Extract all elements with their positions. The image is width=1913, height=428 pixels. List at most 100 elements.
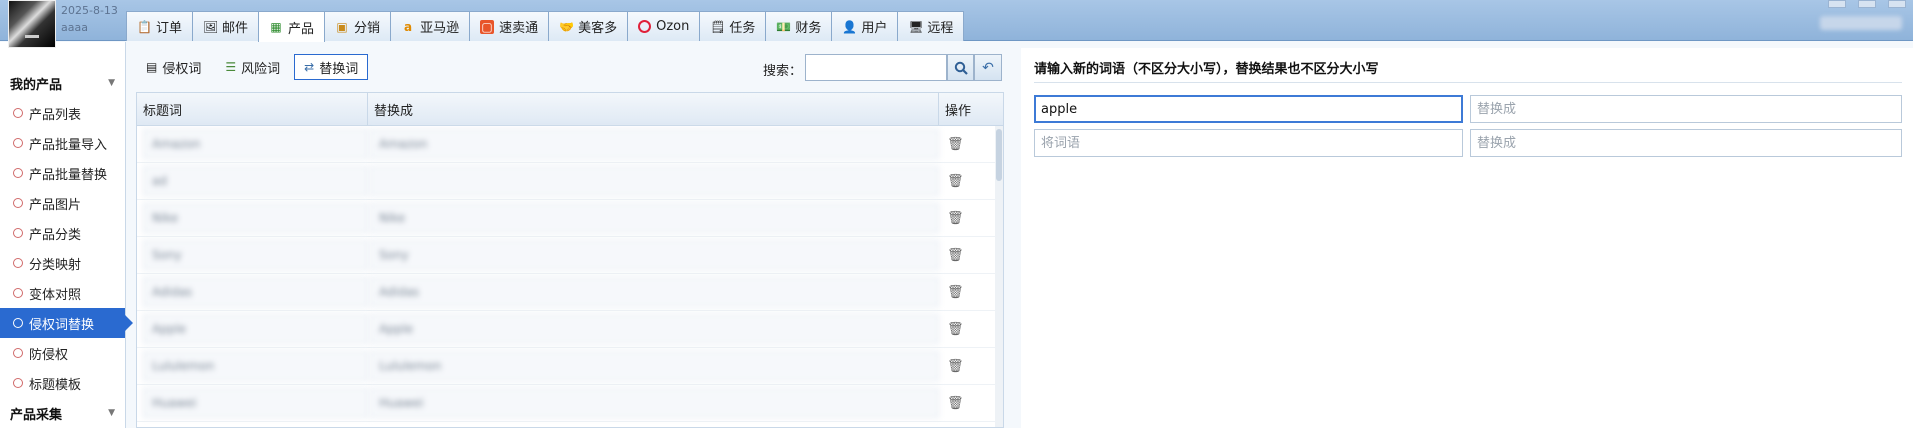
header-date: 2025-8-13 xyxy=(61,4,118,17)
tab-order[interactable]: 📋 订单 xyxy=(126,11,194,41)
search-label: 搜索： xyxy=(763,64,803,79)
replace-cell[interactable]: Apple xyxy=(370,314,939,344)
sidebar-item-title-template[interactable]: 标题模板 xyxy=(0,368,125,398)
header-user: aaaa xyxy=(61,21,88,34)
trash-icon[interactable]: 🗑 xyxy=(947,285,964,300)
bullet-icon xyxy=(13,318,23,328)
search-button[interactable] xyxy=(947,54,974,81)
tab-distribution[interactable]: ▣ 分销 xyxy=(324,11,392,41)
avatar[interactable] xyxy=(8,0,56,48)
order-icon: 📋 xyxy=(137,19,152,34)
tab-mercadolibre[interactable]: 🤝 美客多 xyxy=(548,11,629,41)
table-row: ad 🗑 xyxy=(137,163,1003,200)
sidebar-item-infringing-word-replace[interactable]: 侵权词替换 xyxy=(0,308,133,338)
maximize-button[interactable] xyxy=(1858,0,1876,8)
replace-cell[interactable]: Adidas xyxy=(370,277,939,307)
replace-cell[interactable]: Sony xyxy=(370,240,939,270)
sidebar-section-product-collection[interactable]: 产品采集 ▼ xyxy=(0,398,125,428)
word-cell[interactable]: Amazon xyxy=(143,129,368,159)
word-cell[interactable]: Apple xyxy=(143,314,368,344)
subtab-risk-words[interactable]: ☰ 风险词 xyxy=(215,54,290,80)
table-row: Huawei Huawei 🗑 xyxy=(137,385,1003,422)
word-table: 标题词 替换成 操作 Amazon Amazon 🗑 ad 🗑 Nike Nik… xyxy=(136,92,1004,428)
tab-ozon[interactable]: Ozon xyxy=(627,11,701,41)
trash-icon[interactable]: 🗑 xyxy=(947,359,964,374)
subtab-replace-words[interactable]: ⇄ 替换词 xyxy=(294,54,369,80)
trash-icon[interactable]: 🗑 xyxy=(947,211,964,226)
sidebar-item-variant-mapping[interactable]: 变体对照 xyxy=(0,278,125,308)
tab-amazon[interactable]: a 亚马逊 xyxy=(390,11,471,41)
trash-icon[interactable]: 🗑 xyxy=(947,322,964,337)
finance-icon: 💵 xyxy=(776,19,792,34)
chevron-down-icon: ▼ xyxy=(108,78,115,88)
tab-finance[interactable]: 💵 财务 xyxy=(765,11,833,41)
trash-icon[interactable]: 🗑 xyxy=(947,396,964,411)
word-cell[interactable]: ad xyxy=(143,166,368,196)
sidebar-section-my-products[interactable]: 我的产品 ▼ xyxy=(0,68,125,98)
replace-cell[interactable]: Amazon xyxy=(370,129,939,159)
main-tabs: 📋 订单 🖼 邮件 ▦ 产品 ▣ 分销 a 亚马逊 ▢ 速卖通 🤝 美客多 Ozon 🗒 任务 … xyxy=(126,11,965,42)
table-scrollbar-thumb[interactable] xyxy=(996,129,1002,181)
sidebar-item-product-list[interactable]: 产品列表 xyxy=(0,98,125,128)
column-header-replace[interactable]: 替换成 xyxy=(368,93,939,125)
reset-button[interactable]: ↶ xyxy=(974,54,1002,81)
minimize-button[interactable] xyxy=(1828,0,1846,8)
word-list-panel: ▤ 侵权词 ☰ 风险词 ⇄ 替换词 搜索： ↶ 标题词 替换成 操作 Amazo… xyxy=(136,48,1004,428)
new-word-instructions: 请输入新的词语（不区分大小写），替换结果也不区分大小写 xyxy=(1034,62,1379,77)
replace-cell[interactable] xyxy=(370,166,939,196)
replace-icon: ⇄ xyxy=(304,60,315,74)
sidebar-item-bulk-import[interactable]: 产品批量导入 xyxy=(0,128,125,158)
word-cell[interactable]: Huawei xyxy=(143,388,368,418)
undo-icon: ↶ xyxy=(982,59,994,76)
tab-mail[interactable]: 🖼 邮件 xyxy=(192,11,260,41)
subtabs: ▤ 侵权词 ☰ 风险词 ⇄ 替换词 xyxy=(136,54,369,80)
new-word-input-1[interactable] xyxy=(1034,95,1463,123)
table-row: Amazon Amazon 🗑 xyxy=(137,126,1003,163)
replace-cell[interactable]: Huawei xyxy=(370,388,939,418)
subtab-infringing-words[interactable]: ▤ 侵权词 xyxy=(136,54,211,80)
replace-input-2[interactable] xyxy=(1470,129,1902,157)
bullet-icon xyxy=(13,378,23,388)
chevron-down-icon: ▼ xyxy=(108,408,115,418)
table-header: 标题词 替换成 操作 xyxy=(137,93,1003,126)
trash-icon[interactable]: 🗑 xyxy=(947,174,964,189)
replace-cell[interactable]: Lululemon xyxy=(370,351,939,381)
account-info xyxy=(1820,16,1902,30)
tab-remote[interactable]: 🖥 远程 xyxy=(897,11,965,41)
replace-cell[interactable]: Nike xyxy=(370,203,939,233)
sidebar-item-anti-infringement[interactable]: 防侵权 xyxy=(0,338,125,368)
word-cell[interactable]: Lululemon xyxy=(143,351,368,381)
close-button[interactable] xyxy=(1888,0,1906,8)
trash-icon[interactable]: 🗑 xyxy=(947,248,964,263)
mercadolibre-icon: 🤝 xyxy=(559,19,575,34)
table-row: Lululemon Lululemon 🗑 xyxy=(137,348,1003,385)
trash-icon[interactable]: 🗑 xyxy=(947,137,964,152)
bullet-list-icon: ☰ xyxy=(225,60,237,74)
bullet-icon xyxy=(13,228,23,238)
search-input[interactable] xyxy=(805,54,947,81)
ozon-icon xyxy=(638,20,652,33)
sidebar-item-product-images[interactable]: 产品图片 xyxy=(0,188,125,218)
replace-input-1[interactable] xyxy=(1470,95,1902,123)
divider xyxy=(1034,82,1902,83)
user-icon: 👤 xyxy=(842,19,858,34)
sidebar-item-product-category[interactable]: 产品分类 xyxy=(0,218,125,248)
word-cell[interactable]: Nike xyxy=(143,203,368,233)
tab-task[interactable]: 🗒 任务 xyxy=(699,11,767,41)
column-header-word[interactable]: 标题词 xyxy=(137,93,368,125)
sidebar-item-category-mapping[interactable]: 分类映射 xyxy=(0,248,125,278)
sidebar-item-bulk-replace[interactable]: 产品批量替换 xyxy=(0,158,125,188)
bullet-icon xyxy=(13,138,23,148)
word-cell[interactable]: Sony xyxy=(143,240,368,270)
new-word-input-2[interactable] xyxy=(1034,129,1463,157)
search-icon xyxy=(954,61,968,75)
bullet-icon xyxy=(13,348,23,358)
word-cell[interactable]: Adidas xyxy=(143,277,368,307)
bullet-icon xyxy=(13,198,23,208)
column-header-action: 操作 xyxy=(945,103,972,119)
amazon-icon: a xyxy=(404,19,413,34)
tab-aliexpress[interactable]: ▢ 速卖通 xyxy=(469,11,550,41)
bullet-icon xyxy=(13,108,23,118)
tab-product[interactable]: ▦ 产品 xyxy=(258,11,326,42)
tab-user[interactable]: 👤 用户 xyxy=(831,11,899,41)
